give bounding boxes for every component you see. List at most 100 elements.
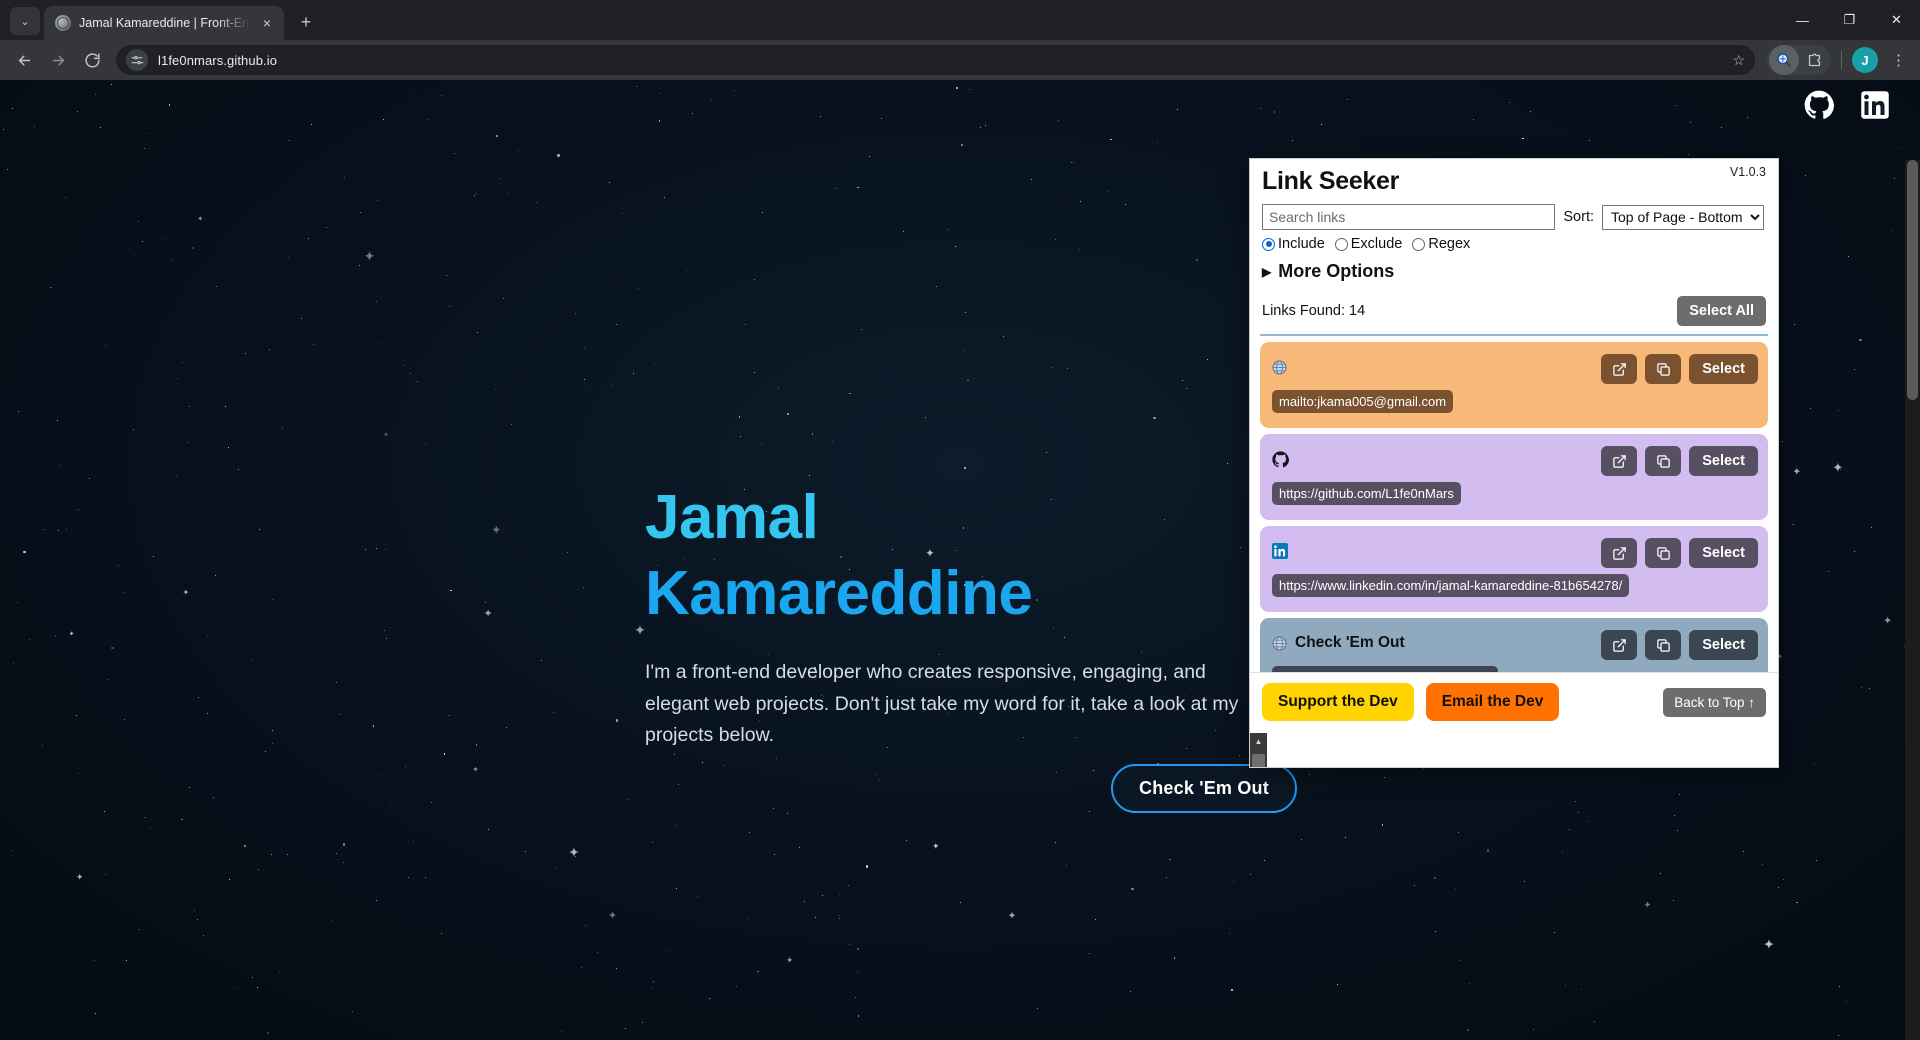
link-card-actions: Select	[1601, 538, 1758, 568]
link-url-chip: https://github.com/L1fe0nMars	[1272, 482, 1461, 505]
hero-last-name: Kamareddine	[645, 558, 1033, 628]
open-external-icon[interactable]	[1601, 354, 1638, 384]
more-options-label: More Options	[1278, 261, 1395, 281]
hero-section: Jamal Kamareddine I'm a front-end develo…	[645, 480, 1265, 752]
maximize-icon[interactable]: ❐	[1826, 0, 1873, 40]
linkedin-icon	[1272, 543, 1288, 559]
page-scroll-thumb[interactable]	[1907, 160, 1918, 400]
select-link-button[interactable]: Select	[1689, 630, 1758, 660]
scroll-up-arrow-icon[interactable]: ▲	[1250, 733, 1267, 750]
toolbar-separator	[1841, 51, 1842, 69]
minimize-icon[interactable]: —	[1779, 0, 1826, 40]
copy-icon[interactable]	[1645, 354, 1682, 384]
link-seeker-popup: V1.0.3 Link Seeker Sort: Top of Page - B…	[1249, 158, 1779, 768]
link-seeker-extension-icon[interactable]	[1769, 45, 1799, 75]
radio-regex[interactable]: Regex	[1412, 236, 1470, 252]
copy-icon[interactable]	[1645, 630, 1682, 660]
extensions-puzzle-icon[interactable]	[1799, 45, 1829, 75]
copy-icon[interactable]	[1645, 538, 1682, 568]
check-em-out-button[interactable]: Check 'Em Out	[1111, 764, 1297, 813]
link-title: Check 'Em Out	[1295, 634, 1405, 651]
new-tab-button[interactable]: +	[292, 8, 320, 36]
close-window-icon[interactable]: ✕	[1873, 0, 1920, 40]
radio-dot-exclude	[1334, 237, 1348, 251]
link-url-chip: mailto:jkama005@gmail.com	[1272, 390, 1454, 413]
reload-button[interactable]	[76, 44, 108, 76]
link-card-actions: Select	[1601, 446, 1758, 476]
radio-exclude[interactable]: Exclude	[1334, 236, 1403, 252]
popup-scrollbar[interactable]: ▲ ▼	[1250, 733, 1267, 767]
address-bar[interactable]: l1fe0nmars.github.io ☆	[116, 45, 1755, 75]
tab-search-button[interactable]: ⌄	[10, 7, 40, 35]
site-settings-icon[interactable]	[126, 49, 148, 71]
filter-mode-radios: Include Exclude Regex	[1262, 236, 1764, 252]
search-input[interactable]	[1262, 204, 1556, 230]
link-url-chip: https://l1fe0nmars.github.io/#projects	[1272, 666, 1499, 672]
url-text: l1fe0nmars.github.io	[158, 52, 278, 68]
results-summary-row: Links Found: 14 Select All	[1250, 282, 1778, 330]
radio-label-regex: Regex	[1428, 236, 1471, 252]
link-card-actions: Select	[1601, 630, 1758, 660]
radio-dot-regex	[1412, 237, 1426, 251]
globe-icon	[1272, 635, 1287, 651]
select-link-button[interactable]: Select	[1689, 446, 1758, 476]
select-link-button[interactable]: Select	[1689, 538, 1758, 568]
linkedin-icon[interactable]	[1860, 90, 1890, 120]
support-the-dev-button[interactable]: Support the Dev	[1262, 683, 1414, 721]
popup-content: V1.0.3 Link Seeker Sort: Top of Page - B…	[1250, 159, 1778, 733]
extension-group	[1767, 45, 1831, 75]
more-options-toggle[interactable]: ▶ More Options	[1262, 261, 1764, 282]
email-the-dev-button[interactable]: Email the Dev	[1425, 683, 1560, 721]
hero-first-name: Jamal	[645, 483, 819, 552]
back-to-top-button[interactable]: Back to Top ↑	[1663, 687, 1766, 717]
bookmark-star-icon[interactable]: ☆	[1732, 52, 1745, 69]
triangle-right-icon: ▶	[1262, 264, 1272, 279]
tab-close-icon[interactable]: ×	[258, 14, 276, 32]
tab-strip: ⌄ Jamal Kamareddine | Front-End × + — ❐ …	[0, 0, 1920, 40]
page-viewport: ✦✦✦✦✦✦✦✦✦✦✦✦✦✦✦✦✦✦✦✦✦✦✦✦✦✦ Jamal Kamared…	[0, 80, 1920, 1040]
sort-select[interactable]: Top of Page - BottomBottom of Page - Top…	[1602, 204, 1764, 230]
page-title: Jamal Kamareddine	[645, 480, 1265, 631]
popup-title: Link Seeker	[1262, 167, 1400, 195]
link-card[interactable]: Select https://github.com/L1fe0nMars	[1260, 434, 1768, 520]
popup-scroll-thumb[interactable]	[1252, 754, 1265, 767]
popup-footer: Support the Dev Email the Dev Back to To…	[1250, 672, 1778, 733]
forward-button[interactable]	[42, 44, 74, 76]
open-external-icon[interactable]	[1601, 630, 1638, 660]
link-url-chip: https://www.linkedin.com/in/jamal-kamare…	[1272, 574, 1630, 597]
github-icon	[1272, 450, 1289, 468]
open-external-icon[interactable]	[1601, 446, 1638, 476]
tab-title: Jamal Kamareddine | Front-End	[79, 16, 250, 30]
browser-toolbar: l1fe0nmars.github.io ☆ J ⋮	[0, 40, 1920, 80]
copy-icon[interactable]	[1645, 446, 1682, 476]
radio-label-include: Include	[1278, 236, 1325, 252]
search-row: Sort: Top of Page - BottomBottom of Page…	[1262, 204, 1764, 230]
page-social-links	[1804, 90, 1890, 120]
tab-favicon-globe-icon	[55, 15, 71, 31]
popup-header: V1.0.3 Link Seeker Sort: Top of Page - B…	[1250, 159, 1778, 282]
github-icon[interactable]	[1804, 90, 1834, 120]
select-all-button[interactable]: Select All	[1677, 296, 1766, 326]
page-scrollbar[interactable]: ▲ ▼	[1905, 160, 1920, 1040]
profile-avatar[interactable]: J	[1852, 47, 1878, 73]
chevron-down-icon: ⌄	[20, 15, 30, 28]
link-card[interactable]: Check 'Em Out Select https://l1fe0nmars.gi…	[1260, 618, 1768, 672]
hero-bio: I'm a front-end developer who creates re…	[645, 661, 1239, 747]
link-card[interactable]: Select mailto:jkama005@gmail.com	[1260, 342, 1768, 428]
browser-window: ⌄ Jamal Kamareddine | Front-End × + — ❐ …	[0, 0, 1920, 1040]
link-card-actions: Select	[1601, 354, 1758, 384]
link-card[interactable]: Select https://www.linkedin.com/in/jamal-…	[1260, 526, 1768, 612]
browser-tab[interactable]: Jamal Kamareddine | Front-End ×	[44, 6, 284, 40]
radio-label-exclude: Exclude	[1350, 236, 1403, 252]
version-label: V1.0.3	[1729, 165, 1766, 179]
open-external-icon[interactable]	[1601, 538, 1638, 568]
sort-label: Sort:	[1563, 209, 1594, 225]
links-found-label: Links Found: 14	[1262, 303, 1366, 319]
select-link-button[interactable]: Select	[1689, 354, 1758, 384]
radio-include[interactable]: Include	[1262, 236, 1325, 252]
window-controls: — ❐ ✕	[1779, 0, 1920, 40]
radio-dot-include	[1262, 237, 1275, 251]
browser-menu-icon[interactable]: ⋮	[1886, 45, 1912, 75]
back-button[interactable]	[8, 44, 40, 76]
links-list[interactable]: Select mailto:jkama005@gmail.com Select htt…	[1250, 336, 1778, 672]
